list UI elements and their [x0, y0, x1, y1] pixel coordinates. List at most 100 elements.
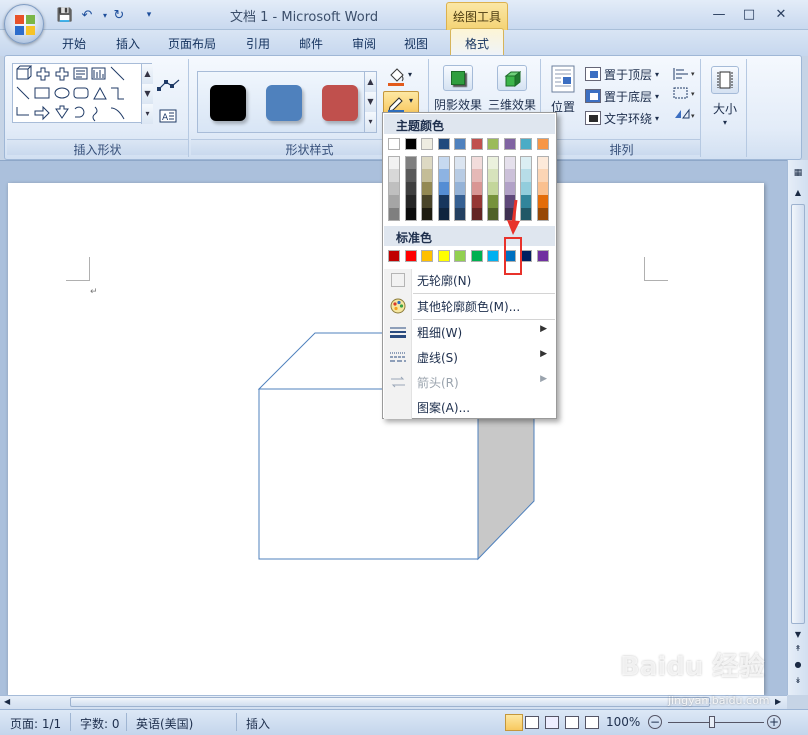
zoom-slider-track[interactable] [668, 722, 764, 723]
zoom-level[interactable]: 100% [606, 715, 640, 729]
theme-shade-swatch[interactable] [437, 208, 450, 221]
insert-mode-indicator[interactable]: 插入 [246, 715, 270, 732]
theme-shade-swatch[interactable] [437, 195, 450, 208]
next-page-icon[interactable]: ↡ [791, 676, 805, 690]
close-button[interactable]: ✕ [770, 5, 792, 23]
theme-shade-swatch[interactable] [520, 156, 532, 169]
select-browse-object-icon[interactable]: ● [791, 660, 805, 674]
draft-view-icon[interactable] [585, 716, 599, 729]
ruler-toggle-icon[interactable]: ▦ [791, 168, 805, 182]
theme-shade-swatch[interactable] [536, 208, 549, 221]
shapes-more[interactable]: ▾ [141, 104, 153, 124]
theme-shade-swatch[interactable] [454, 195, 466, 208]
standard-color-swatch[interactable] [487, 250, 499, 262]
shadow-effects-button[interactable]: 阴影效果 [433, 62, 483, 118]
full-screen-reading-view-icon[interactable] [525, 716, 539, 729]
edit-shape-icon[interactable] [157, 77, 181, 93]
weight-item[interactable]: 粗细(W) ▶ [384, 320, 555, 344]
size-button[interactable]: 大小 ▾ [705, 62, 745, 132]
styles-scroll-down[interactable]: ▼ [364, 92, 376, 112]
minimize-button[interactable]: — [708, 5, 730, 23]
theme-shade-swatch[interactable] [404, 156, 417, 169]
theme-shade-swatch[interactable] [536, 182, 549, 195]
theme-shade-swatch[interactable] [421, 182, 433, 195]
tab-view[interactable]: 视图 [404, 35, 428, 52]
horizontal-scroll-thumb[interactable] [70, 697, 710, 707]
style-swatch-black[interactable] [210, 85, 246, 121]
theme-color-swatch[interactable] [388, 138, 400, 150]
redo-icon[interactable]: ↻ [110, 7, 128, 23]
3d-effects-button[interactable]: 三维效果 [485, 62, 539, 118]
theme-shade-swatch[interactable] [470, 208, 483, 221]
text-wrapping-button[interactable]: 文字环绕 ▾ [585, 108, 659, 128]
page-count[interactable]: 页面: 1/1 [10, 715, 61, 732]
tab-review[interactable]: 审阅 [352, 35, 376, 52]
standard-color-swatch[interactable] [421, 250, 433, 262]
dashes-item[interactable]: 虚线(S) ▶ [384, 345, 555, 369]
theme-shade-swatch[interactable] [470, 156, 483, 169]
theme-shade-swatch[interactable] [421, 195, 433, 208]
theme-color-swatch[interactable] [470, 138, 483, 150]
styles-scroll-up[interactable]: ▲ [364, 72, 376, 92]
theme-shade-swatch[interactable] [487, 182, 499, 195]
pattern-item[interactable]: 图案(A)... [384, 395, 555, 419]
scroll-up-arrow-icon[interactable]: ▲ [791, 188, 805, 202]
theme-shade-swatch[interactable] [388, 182, 400, 195]
theme-shade-swatch[interactable] [487, 195, 499, 208]
standard-color-swatch[interactable] [404, 250, 417, 262]
bring-to-front-button[interactable]: 置于顶层 ▾ [585, 64, 659, 84]
theme-shade-swatch[interactable] [421, 208, 433, 221]
theme-shade-swatch[interactable] [454, 182, 466, 195]
web-layout-view-icon[interactable] [545, 716, 559, 729]
tab-mailings[interactable]: 邮件 [299, 35, 323, 52]
more-outline-colors-item[interactable]: 其他轮廓颜色(M)... [384, 294, 555, 318]
theme-shade-swatch[interactable] [404, 195, 417, 208]
shapes-scroll-down[interactable]: ▼ [141, 84, 153, 104]
shape-fill-button[interactable]: ▾ [387, 67, 417, 89]
theme-color-swatch[interactable] [487, 138, 499, 150]
theme-shade-swatch[interactable] [388, 156, 400, 169]
office-button[interactable] [4, 4, 44, 44]
scroll-down-arrow-icon[interactable]: ▼ [791, 630, 805, 644]
theme-color-swatch[interactable] [503, 138, 516, 150]
tab-page-layout[interactable]: 页面布局 [168, 35, 216, 52]
theme-shade-swatch[interactable] [388, 169, 400, 182]
theme-shade-swatch[interactable] [404, 208, 417, 221]
standard-color-swatch[interactable] [470, 250, 483, 262]
theme-shade-swatch[interactable] [503, 169, 516, 182]
theme-color-swatch[interactable] [437, 138, 450, 150]
theme-shade-swatch[interactable] [520, 169, 532, 182]
theme-shade-swatch[interactable] [454, 156, 466, 169]
theme-shade-swatch[interactable] [388, 208, 400, 221]
tab-references[interactable]: 引用 [246, 35, 270, 52]
theme-shade-swatch[interactable] [404, 169, 417, 182]
theme-color-swatch[interactable] [536, 138, 549, 150]
theme-shade-swatch[interactable] [536, 195, 549, 208]
theme-shade-swatch[interactable] [437, 182, 450, 195]
theme-shade-swatch[interactable] [470, 182, 483, 195]
theme-shade-swatch[interactable] [388, 195, 400, 208]
theme-shade-swatch[interactable] [470, 169, 483, 182]
outline-view-icon[interactable] [565, 716, 579, 729]
zoom-in-icon[interactable]: + [767, 715, 781, 729]
theme-shade-swatch[interactable] [404, 182, 417, 195]
zoom-slider-thumb[interactable] [709, 716, 715, 728]
undo-icon[interactable]: ↶ [78, 7, 96, 23]
align-group-rotate-icons[interactable]: ▾ ▾ ▾ [671, 66, 697, 126]
word-count[interactable]: 字数: 0 [80, 715, 120, 732]
zoom-out-icon[interactable]: − [648, 715, 662, 729]
standard-color-swatch[interactable] [388, 250, 400, 262]
scroll-left-arrow-icon[interactable]: ◀ [4, 697, 10, 706]
previous-page-icon[interactable]: ↟ [791, 644, 805, 658]
theme-shade-swatch[interactable] [503, 156, 516, 169]
vertical-scroll-thumb[interactable] [791, 204, 805, 624]
print-layout-view-icon[interactable] [505, 714, 523, 731]
theme-color-swatch[interactable] [454, 138, 466, 150]
theme-shade-swatch[interactable] [503, 182, 516, 195]
send-to-back-button[interactable]: 置于底层 ▾ [585, 86, 659, 106]
theme-shade-swatch[interactable] [454, 169, 466, 182]
theme-color-swatch[interactable] [404, 138, 417, 150]
draw-text-box-icon[interactable]: A [159, 109, 177, 123]
theme-shade-swatch[interactable] [470, 195, 483, 208]
language-indicator[interactable]: 英语(美国) [136, 715, 193, 732]
